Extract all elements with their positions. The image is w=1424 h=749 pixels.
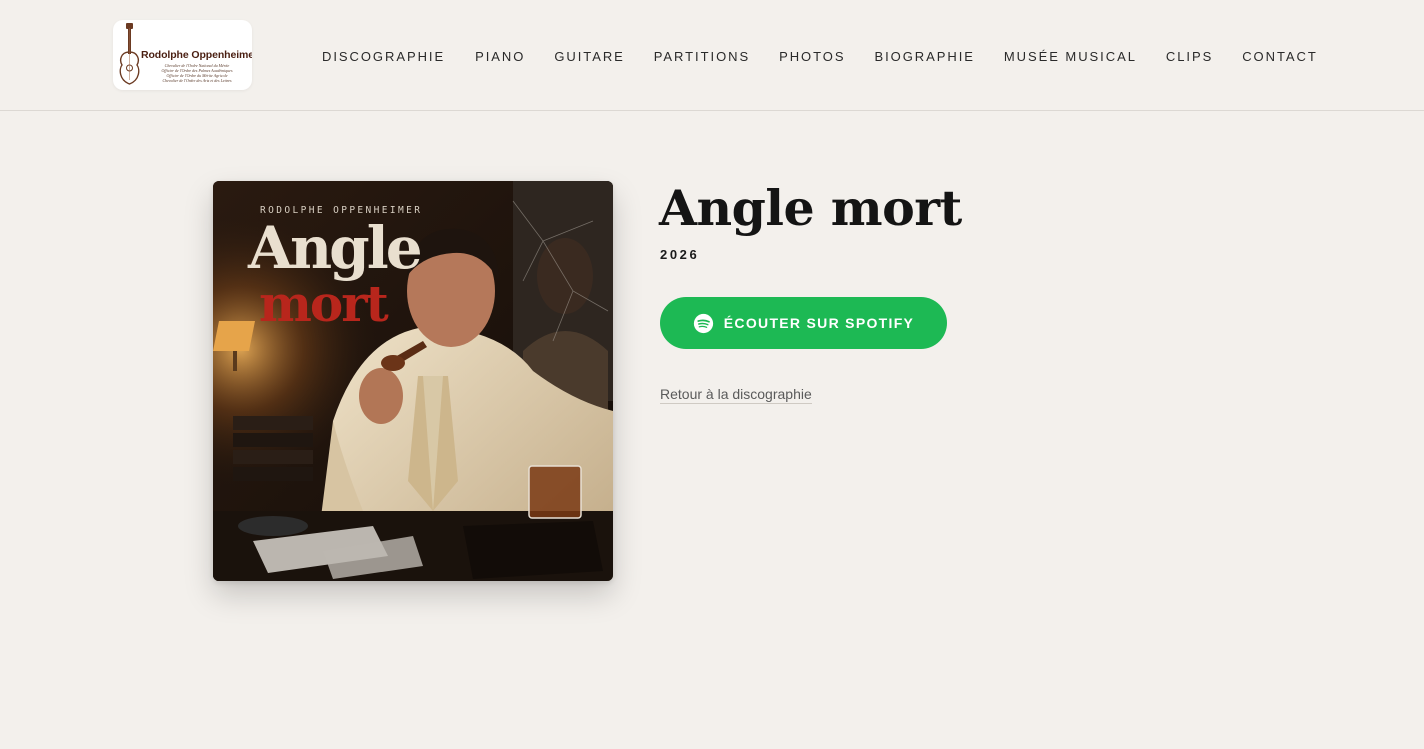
back-to-discography-link[interactable]: Retour à la discographie	[660, 386, 812, 404]
site-logo[interactable]: Rodolphe Oppenheimer Chevalier de l'Ordr…	[113, 20, 252, 90]
guitar-icon	[119, 23, 140, 85]
nav-item-piano[interactable]: PIANO	[475, 49, 525, 64]
logo-distinction-line: Chevalier de l'Ordre des Arts et des Let…	[162, 78, 232, 83]
nav-item-musee-musical[interactable]: MUSÉE MUSICAL	[1004, 49, 1137, 64]
album-cover: RODOLPHE OPPENHEIMER Angle mort	[213, 181, 613, 581]
nav-item-contact[interactable]: CONTACT	[1242, 49, 1318, 64]
nav-item-clips[interactable]: CLIPS	[1166, 49, 1213, 64]
logo-name: Rodolphe Oppenheimer	[141, 49, 252, 61]
cover-title-line-2: mort	[259, 274, 389, 333]
album-title: Angle mort	[659, 179, 962, 237]
main-nav: DISCOGRAPHIE PIANO GUITARE PARTITIONS PH…	[322, 47, 1318, 65]
spotify-button-label: ÉCOUTER SUR SPOTIFY	[723, 315, 915, 331]
spotify-button[interactable]: ÉCOUTER SUR SPOTIFY	[660, 297, 947, 349]
nav-item-discographie[interactable]: DISCOGRAPHIE	[322, 49, 445, 64]
cover-title-line-1: Angle	[248, 214, 423, 282]
nav-item-photos[interactable]: PHOTOS	[779, 49, 845, 64]
album-year: 2026	[660, 247, 700, 262]
site-header: Rodolphe Oppenheimer Chevalier de l'Ordr…	[0, 0, 1424, 111]
logo-distinctions: Chevalier de l'Ordre National du Mérite …	[149, 63, 245, 83]
nav-item-guitare[interactable]: GUITARE	[554, 49, 624, 64]
nav-item-partitions[interactable]: PARTITIONS	[654, 49, 750, 64]
spotify-icon	[693, 313, 713, 333]
nav-item-biographie[interactable]: BIOGRAPHIE	[874, 49, 974, 64]
